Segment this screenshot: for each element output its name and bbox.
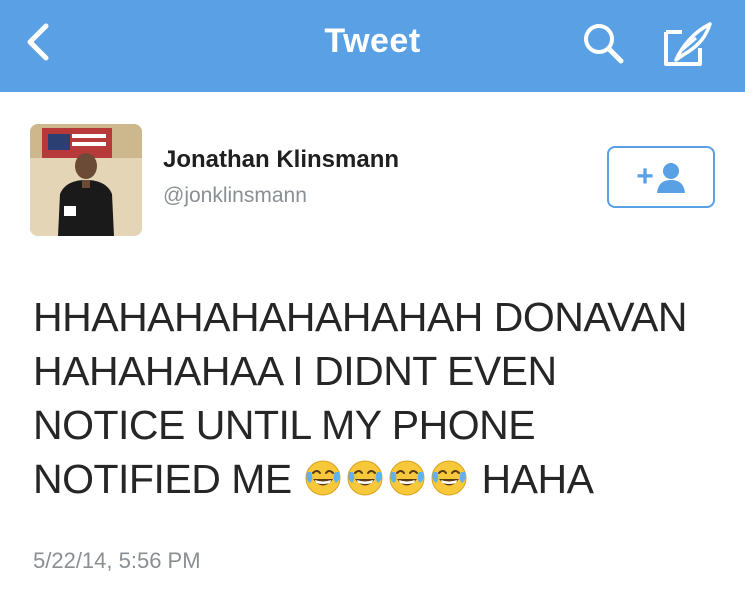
tears-of-joy-emoji-icon (431, 460, 467, 496)
tweet-line: HHAHAHAHAHAHAHAH DONAVAN (33, 294, 687, 340)
compose-button[interactable] (660, 20, 714, 70)
search-icon (584, 24, 624, 64)
nav-bar: Tweet (0, 0, 745, 92)
tears-of-joy-emoji-icon (347, 460, 383, 496)
tweet-text: HHAHAHAHAHAHAHAH DONAVAN HAHAHAHAA I DID… (33, 290, 723, 506)
avatar[interactable] (30, 124, 142, 236)
tears-of-joy-emoji-icon (389, 460, 425, 496)
tweet-line-text: NOTIFIED ME (33, 456, 292, 502)
page-title: Tweet (324, 22, 421, 60)
tweet-line: HAHAHAHAA I DIDNT EVEN (33, 348, 557, 394)
tweet-suffix: HAHA (481, 456, 594, 502)
player-photo (30, 124, 142, 236)
person-icon (656, 163, 685, 193)
tweet-line: NOTICE UNTIL MY PHONE (33, 402, 536, 448)
timestamp[interactable]: 5/22/14, 5:56 PM (33, 548, 201, 574)
search-button[interactable] (580, 20, 626, 66)
follow-button[interactable]: + (607, 146, 715, 208)
tweet-line-last: NOTIFIED ME HAHA (33, 452, 723, 506)
user-name[interactable]: Jonathan Klinsmann (163, 146, 399, 174)
emoji-row (303, 456, 471, 502)
user-handle[interactable]: @jonklinsmann (163, 184, 307, 208)
tears-of-joy-emoji-icon (305, 460, 341, 496)
follow-plus-label: + (636, 160, 654, 193)
compose-icon (664, 22, 712, 66)
